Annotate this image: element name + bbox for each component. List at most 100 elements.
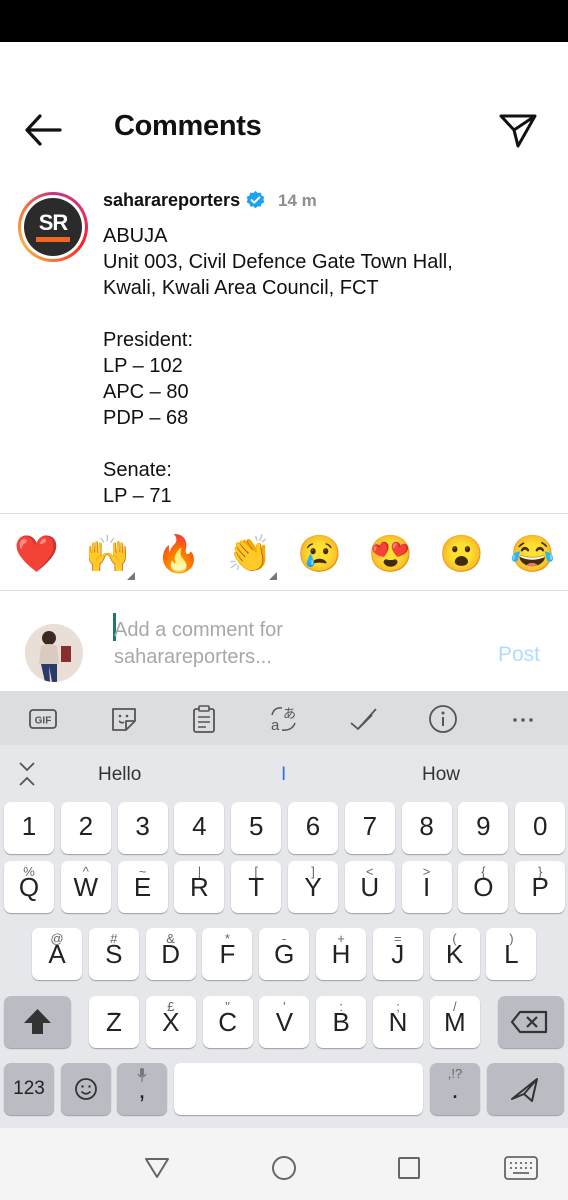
key-w[interactable]: ^ W bbox=[60, 861, 111, 913]
key-label: X bbox=[162, 1007, 180, 1037]
back-triangle-icon[interactable] bbox=[143, 1156, 171, 1180]
keyboard-toolbar: GIF a あ bbox=[0, 691, 568, 745]
key-label: Z bbox=[106, 1007, 122, 1037]
svg-text:a: a bbox=[271, 717, 280, 734]
key-f[interactable]: * F bbox=[202, 928, 253, 980]
key-6[interactable]: 6 bbox=[288, 802, 338, 854]
key-4[interactable]: 4 bbox=[174, 802, 225, 854]
caption-line: PDP – 68 bbox=[103, 407, 189, 429]
key-z[interactable]: _ Z bbox=[89, 996, 139, 1048]
key-x[interactable]: £ X bbox=[145, 996, 196, 1048]
key-label: Q bbox=[18, 872, 40, 902]
suggestion-1[interactable]: Hello bbox=[98, 764, 141, 786]
period-key[interactable]: ,!?. bbox=[430, 1063, 480, 1115]
key-label: . bbox=[451, 1074, 459, 1104]
keyboard-switch-icon[interactable] bbox=[504, 1156, 538, 1180]
reaction-emoji[interactable]: 😮 bbox=[439, 532, 484, 576]
more-icon[interactable] bbox=[507, 703, 539, 735]
key-g[interactable]: -G bbox=[259, 928, 310, 980]
reaction-emoji[interactable]: 🔥 bbox=[156, 532, 201, 576]
key-i[interactable]: > I bbox=[401, 861, 452, 913]
collapse-icon[interactable] bbox=[16, 761, 38, 787]
header: Comments bbox=[0, 90, 568, 170]
back-arrow-icon[interactable] bbox=[20, 110, 68, 150]
reaction-emoji[interactable]: ❤️ bbox=[14, 532, 59, 576]
key-q[interactable]: % Q bbox=[4, 861, 54, 913]
key-label: W bbox=[73, 872, 99, 902]
reaction-emoji[interactable]: 😍 bbox=[368, 532, 413, 576]
space-key[interactable] bbox=[174, 1063, 423, 1115]
send-icon bbox=[511, 1078, 538, 1102]
key-label: 0 bbox=[532, 811, 548, 841]
verified-badge-icon bbox=[246, 190, 265, 209]
key-8[interactable]: 8 bbox=[401, 802, 452, 854]
key-u[interactable]: < U bbox=[344, 861, 395, 913]
key-p[interactable]: } P bbox=[515, 861, 566, 913]
reaction-emoji[interactable]: 🙌 bbox=[85, 532, 135, 580]
reaction-emoji[interactable]: 👏 bbox=[227, 532, 277, 580]
key-j[interactable]: = J bbox=[372, 928, 423, 980]
post-button[interactable]: Post bbox=[498, 643, 540, 667]
key-e[interactable]: ~ E bbox=[117, 861, 168, 913]
caption-line: LP – 71 bbox=[103, 485, 172, 507]
key-s[interactable]: # S bbox=[88, 928, 139, 980]
caption-line: LP – 102 bbox=[103, 355, 183, 377]
key-label: P bbox=[531, 872, 549, 902]
key-d[interactable]: & D bbox=[145, 928, 196, 980]
key-label: E bbox=[133, 872, 152, 902]
key-t[interactable]: [T bbox=[231, 861, 282, 913]
key-k[interactable]: (K bbox=[429, 928, 480, 980]
clipboard-icon[interactable] bbox=[188, 703, 220, 735]
page-title: Comments bbox=[114, 110, 262, 142]
key-y[interactable]: ] Y bbox=[288, 861, 338, 913]
key-3[interactable]: 3 bbox=[117, 802, 168, 854]
suggestion-3[interactable]: How bbox=[422, 764, 460, 786]
key-v[interactable]: ' V bbox=[259, 996, 310, 1048]
key-9[interactable]: 9 bbox=[458, 802, 509, 854]
suggestion-bar: Hello I How bbox=[0, 745, 568, 801]
author-avatar[interactable]: SR bbox=[18, 192, 88, 262]
key-label: 9 bbox=[476, 811, 491, 841]
shift-icon bbox=[24, 1009, 51, 1034]
home-circle-icon[interactable] bbox=[270, 1154, 298, 1182]
key-5[interactable]: 5 bbox=[231, 802, 282, 854]
key-m[interactable]: / M bbox=[429, 996, 480, 1048]
translate-icon[interactable]: a あ bbox=[268, 703, 300, 735]
symbols-key[interactable]: 123 bbox=[4, 1063, 54, 1115]
key-h[interactable]: + H bbox=[316, 928, 366, 980]
caption-line: Kwali, Kwali Area Council, FCT bbox=[103, 277, 379, 299]
comma-key[interactable]: , bbox=[117, 1063, 167, 1115]
key-7[interactable]: 7 bbox=[344, 802, 395, 854]
smiley-icon bbox=[75, 1078, 97, 1100]
emoji-key[interactable] bbox=[61, 1063, 111, 1115]
key-l[interactable]: ) L bbox=[486, 928, 537, 980]
key-c[interactable]: " C bbox=[202, 996, 253, 1048]
recents-square-icon[interactable] bbox=[397, 1156, 421, 1180]
key-a[interactable]: @ A bbox=[32, 928, 82, 980]
key-n[interactable]: ; N bbox=[373, 996, 423, 1048]
svg-text:あ: あ bbox=[283, 707, 296, 722]
key-1[interactable]: 1 bbox=[4, 802, 54, 854]
key-label: 5 bbox=[248, 811, 264, 841]
key-o[interactable]: {O bbox=[458, 861, 509, 913]
caption-line: Senate: bbox=[103, 459, 172, 481]
key-b[interactable]: :B bbox=[316, 996, 367, 1048]
send-key[interactable] bbox=[487, 1063, 564, 1115]
send-direct-icon[interactable] bbox=[496, 108, 540, 152]
key-r[interactable]: | R bbox=[174, 861, 225, 913]
sticker-icon[interactable] bbox=[108, 703, 140, 735]
info-icon[interactable] bbox=[427, 703, 459, 735]
reaction-emoji[interactable]: 😢 bbox=[297, 532, 342, 576]
suggestion-2[interactable]: I bbox=[281, 764, 286, 786]
key-2[interactable]: 2 bbox=[60, 802, 111, 854]
key-label: D bbox=[161, 939, 180, 969]
gif-icon[interactable]: GIF bbox=[27, 703, 59, 735]
key-0[interactable]: 0 bbox=[515, 802, 566, 854]
caption-line bbox=[103, 301, 543, 327]
author-username[interactable]: saharareporters bbox=[103, 190, 240, 211]
reaction-emoji[interactable]: 😂 bbox=[510, 532, 555, 576]
shift-key[interactable] bbox=[4, 996, 71, 1048]
handwriting-icon[interactable] bbox=[348, 703, 380, 735]
comment-input[interactable]: Add a comment for saharareporters... bbox=[114, 617, 434, 671]
backspace-key[interactable] bbox=[498, 996, 564, 1048]
